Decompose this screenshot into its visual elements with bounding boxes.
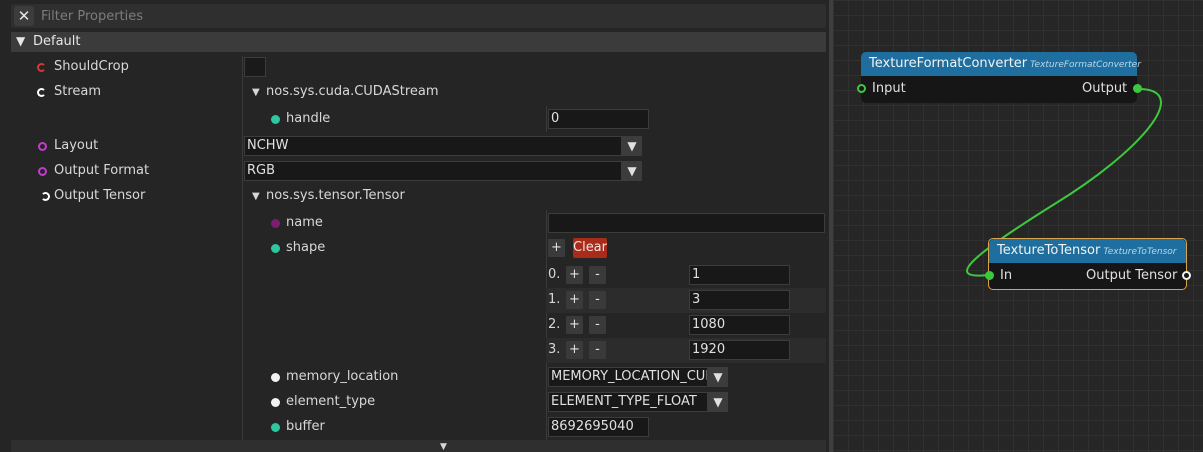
pin-dot-icon [271, 423, 280, 432]
node-texture-format-converter[interactable]: TextureFormatConverter TextureFormatConve… [857, 52, 1142, 103]
decrement-button[interactable]: - [589, 291, 606, 309]
filter-bar: ✕ [11, 4, 826, 28]
node-texture-to-tensor[interactable]: TextureToTensor TextureToTensor In Output… [985, 238, 1191, 290]
handle-input[interactable]: 0 [548, 109, 649, 129]
property-label-shape: shape [286, 240, 326, 255]
pin-ring-icon [38, 167, 47, 176]
shape-value-input[interactable]: 1920 [689, 340, 790, 360]
buffer-input[interactable]: 8692695040 [548, 417, 649, 437]
output-pin-label: Output Tensor [1086, 268, 1178, 283]
section-header-default[interactable]: ▼ Default [11, 32, 826, 52]
element-type-select[interactable]: ELEMENT_TYPE_FLOAT [548, 392, 708, 412]
increment-button[interactable]: + [566, 341, 583, 359]
list-item: 2. + - 1080 [546, 313, 826, 338]
input-pin-icon[interactable] [985, 271, 994, 280]
pin-dot-icon [271, 219, 280, 228]
half-pin-icon [41, 192, 50, 201]
pin-ring-icon [38, 142, 47, 151]
output-pin-icon[interactable] [1133, 84, 1142, 93]
output-pin-label: Output [1082, 81, 1128, 96]
filter-input[interactable] [41, 4, 801, 28]
name-input[interactable] [548, 213, 825, 233]
item-index: 2. [548, 317, 561, 332]
tree-expand-icon[interactable]: ▼ [252, 191, 260, 202]
chevron-down-icon[interactable]: ▼ [708, 367, 728, 387]
output-pin-icon[interactable] [1182, 271, 1191, 280]
column-divider[interactable] [242, 56, 243, 440]
decrement-button[interactable]: - [589, 266, 606, 284]
shouldcrop-checkbox[interactable] [244, 57, 266, 77]
input-pin-icon[interactable] [857, 84, 866, 93]
half-pin-icon [37, 63, 46, 72]
scroll-strip[interactable] [11, 440, 826, 452]
property-label-buffer: buffer [286, 419, 325, 434]
node-title: TextureFormatConverter [869, 56, 1028, 71]
increment-button[interactable]: + [566, 316, 583, 334]
item-index: 3. [548, 342, 561, 357]
collapse-triangle-icon[interactable]: ▼ [16, 34, 25, 48]
property-label-output-format: Output Format [54, 163, 150, 178]
pin-dot-icon [271, 398, 280, 407]
list-item: 1. + - 3 [546, 288, 826, 313]
tensor-type-label: nos.sys.tensor.Tensor [266, 188, 405, 203]
chevron-down-icon[interactable]: ▼ [622, 136, 642, 156]
input-pin-label: Input [872, 81, 906, 96]
properties-panel: ✕ ▼ Default ShouldCrop Stream ▼ nos.sys.… [0, 0, 829, 452]
pin-dot-icon [271, 373, 280, 382]
property-label-output-tensor: Output Tensor [54, 188, 146, 203]
output-format-select[interactable]: RGB [244, 161, 622, 181]
shape-value-input[interactable]: 1 [689, 265, 790, 285]
property-label-stream: Stream [54, 84, 102, 99]
increment-button[interactable]: + [566, 266, 583, 284]
property-label-element-type: element_type [286, 394, 376, 409]
node-graph-canvas[interactable]: TextureFormatConverter TextureFormatConve… [833, 0, 1203, 452]
decrement-button[interactable]: - [589, 341, 606, 359]
close-icon[interactable]: ✕ [14, 6, 34, 26]
section-label: Default [33, 34, 81, 49]
pin-dot-icon [271, 115, 280, 124]
stream-type-label: nos.sys.cuda.CUDAStream [266, 84, 439, 99]
property-label-memory-location: memory_location [286, 369, 399, 384]
item-index: 1. [548, 292, 561, 307]
node-title-bar[interactable]: TextureToTensor TextureToTensor [989, 239, 1186, 263]
property-label-handle: handle [286, 111, 331, 126]
half-pin-icon [37, 88, 46, 97]
node-subtitle: TextureFormatConverter [1030, 60, 1141, 70]
pin-dot-icon [271, 244, 280, 253]
clear-button[interactable]: Clear [573, 238, 607, 258]
increment-button[interactable]: + [566, 291, 583, 309]
node-title-bar[interactable]: TextureFormatConverter TextureFormatConve… [861, 52, 1141, 76]
memory-location-select[interactable]: MEMORY_LOCATION_CUDA [548, 367, 708, 387]
property-label-name: name [286, 215, 323, 230]
scroll-down-icon[interactable]: ▼ [440, 442, 447, 452]
node-title: TextureToTensor [997, 243, 1101, 258]
shape-value-input[interactable]: 1080 [689, 315, 790, 335]
property-label-layout: Layout [54, 138, 99, 153]
node-subtitle: TextureToTensor [1103, 247, 1177, 257]
chevron-down-icon[interactable]: ▼ [708, 392, 728, 412]
tree-expand-icon[interactable]: ▼ [252, 87, 260, 98]
shape-value-input[interactable]: 3 [689, 290, 790, 310]
chevron-down-icon[interactable]: ▼ [622, 161, 642, 181]
layout-select[interactable]: NCHW [244, 136, 622, 156]
list-item: 0. + - 1 [546, 263, 826, 288]
item-index: 0. [548, 267, 561, 282]
list-item: 3. + - 1920 [546, 338, 826, 363]
decrement-button[interactable]: - [589, 316, 606, 334]
column-divider [546, 106, 547, 132]
input-pin-label: In [1000, 268, 1013, 283]
property-label-shouldcrop: ShouldCrop [54, 59, 129, 74]
add-item-button[interactable]: + [548, 239, 565, 257]
